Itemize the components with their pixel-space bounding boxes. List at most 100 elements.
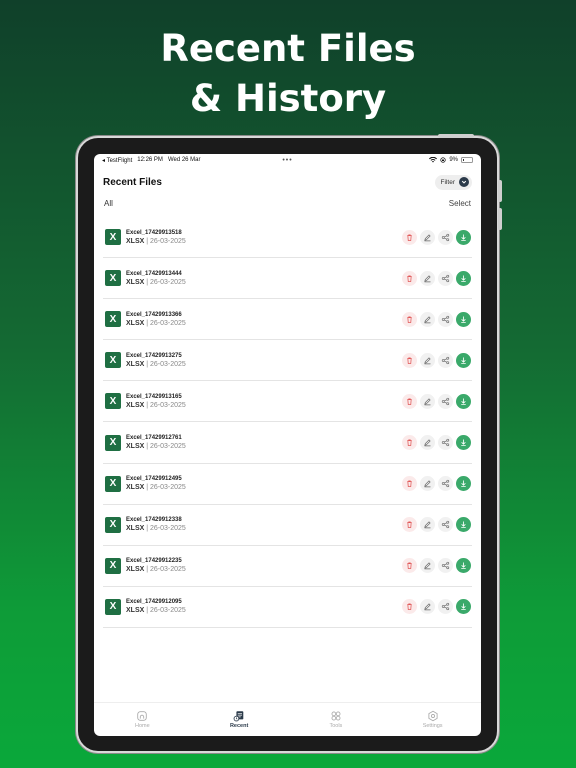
bottom-tab-bar: Home Recent Tools Settings [94,702,481,736]
delete-button[interactable] [402,270,417,286]
trash-icon [407,562,412,570]
file-row[interactable]: X Excel_17429912095 XLSX | 26-03-2025 [103,587,472,628]
file-row[interactable]: X Excel_17429913444 XLSX | 26-03-2025 [103,258,472,300]
file-type: XLSX [126,237,145,245]
share-button[interactable] [438,435,453,451]
excel-file-icon: X [105,229,121,246]
tab-home[interactable]: Home [94,703,191,736]
file-row[interactable]: X Excel_17429912495 XLSX | 26-03-2025 [103,464,472,505]
rename-button[interactable] [420,229,435,245]
delete-button[interactable] [402,311,417,327]
file-date: 26-03-2025 [150,278,186,286]
share-button[interactable] [438,393,453,409]
filter-label: Filter [440,178,455,186]
status-date: Wed 26 Mar [167,156,201,163]
download-button[interactable] [456,270,471,286]
rename-button[interactable] [420,517,435,533]
rename-button[interactable] [420,311,435,327]
file-row[interactable]: X Excel_17429912761 XLSX | 26-03-2025 [103,422,472,464]
download-button[interactable] [456,393,471,409]
file-icon-letter: X [109,354,117,366]
share-button[interactable] [438,311,453,327]
trash-icon [407,398,412,405]
headline-line-2: & History [189,77,387,120]
download-button[interactable] [456,311,471,327]
tab-tools[interactable]: Tools [288,703,385,736]
filter-button[interactable]: Filter [434,174,472,190]
download-button[interactable] [456,229,471,245]
list-controls: All Select [104,196,471,210]
delete-button[interactable] [402,476,417,492]
file-row[interactable]: X Excel_17429913165 XLSX | 26-03-2025 [103,381,472,423]
file-row[interactable]: X Excel_17429913275 XLSX | 26-03-2025 [103,340,472,382]
file-row[interactable]: X Excel_17429913366 XLSX | 26-03-2025 [103,299,472,341]
trash-icon [407,316,412,323]
share-button[interactable] [438,229,453,245]
tools-icon [331,711,341,721]
download-button[interactable] [456,476,471,492]
file-type: XLSX [126,566,145,574]
share-button[interactable] [438,517,453,533]
share-button[interactable] [438,476,453,492]
share-button[interactable] [438,352,453,368]
download-icon [461,521,466,529]
download-button[interactable] [456,352,471,368]
share-button[interactable] [438,270,453,286]
delete-button[interactable] [402,517,417,533]
share-button[interactable] [438,558,453,574]
download-icon [461,357,466,364]
file-info: Excel_17429913366 XLSX | 26-03-2025 [126,312,186,327]
file-date: 26-03-2025 [150,401,186,409]
file-row[interactable]: X Excel_17429912235 XLSX | 26-03-2025 [103,546,472,587]
tab-recent-label: Recent [229,723,249,729]
recent-icon [233,711,244,722]
file-meta: XLSX | 26-03-2025 [126,278,186,286]
rename-button[interactable] [420,270,435,286]
file-row[interactable]: X Excel_17429912338 XLSX | 26-03-2025 [103,505,472,546]
download-icon [461,398,466,405]
share-icon [441,438,450,447]
download-button[interactable] [456,558,471,574]
share-button[interactable] [438,599,453,615]
tab-settings[interactable]: Settings [384,703,481,736]
delete-button[interactable] [402,558,417,574]
file-actions [402,311,471,327]
volume-up-button [498,180,502,202]
rename-button[interactable] [420,352,435,368]
file-icon-letter: X [109,231,117,243]
select-button[interactable]: Select [449,199,471,208]
trash-icon [407,480,412,487]
tab-recent[interactable]: Recent [191,703,288,736]
file-type: XLSX [126,360,145,368]
file-type: XLSX [126,443,145,451]
file-row[interactable]: X Excel_17429913518 XLSX | 26-03-2025 [103,217,472,259]
delete-button[interactable] [402,229,417,245]
file-type: XLSX [126,484,145,492]
tab-all[interactable]: All [104,199,113,208]
download-button[interactable] [456,435,471,451]
wifi-icon [429,157,438,163]
share-icon [441,397,450,406]
rename-button[interactable] [420,435,435,451]
download-button[interactable] [456,599,471,615]
delete-button[interactable] [402,393,417,409]
multitask-dots[interactable]: ••• [282,157,292,164]
header: Recent Files Filter [103,172,472,192]
download-button[interactable] [456,517,471,533]
delete-button[interactable] [402,435,417,451]
delete-button[interactable] [402,352,417,368]
file-icon-letter: X [109,560,117,572]
file-meta: XLSX | 26-03-2025 [126,484,186,492]
rename-button[interactable] [420,476,435,492]
promo-headline: Recent Files & History [0,24,576,124]
status-bar: ◂ TestFlight 12:26 PM Wed 26 Mar ••• 9% [94,154,481,166]
file-actions [402,352,471,368]
share-icon [441,356,450,364]
rename-button[interactable] [420,599,435,615]
rename-button[interactable] [420,393,435,409]
delete-button[interactable] [402,599,417,615]
edit-icon [424,316,431,323]
status-carrier[interactable]: ◂ TestFlight [102,157,132,164]
rename-button[interactable] [420,558,435,574]
tab-home-label: Home [135,723,150,729]
